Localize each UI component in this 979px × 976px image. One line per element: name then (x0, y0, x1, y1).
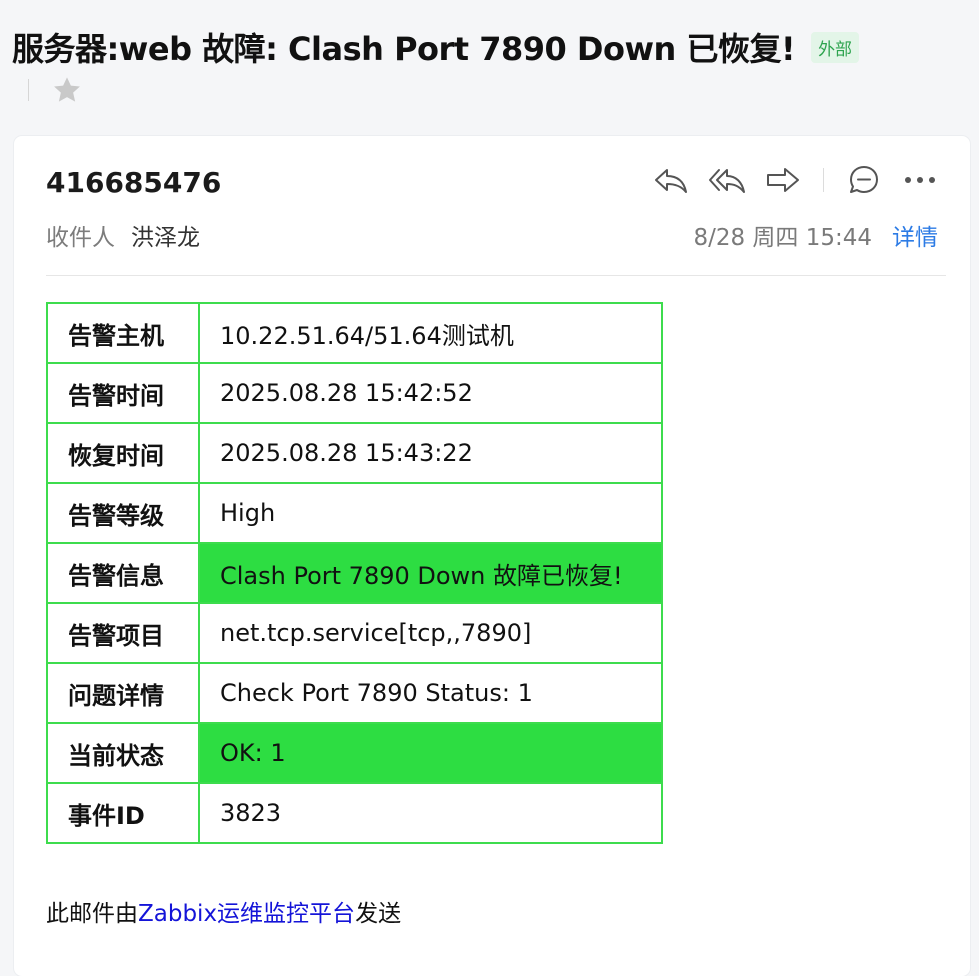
subject-bar: 服务器:web 故障: Clash Port 7890 Down 已恢复! 外部 (12, 24, 860, 70)
table-row: 告警项目 net.tcp.service[tcp,,7890] (46, 602, 663, 664)
header-divider (46, 275, 946, 276)
table-value: 2025.08.28 15:42:52 (198, 362, 663, 424)
recipient-name[interactable]: 洪泽龙 (131, 218, 200, 252)
table-key: 告警等级 (46, 482, 200, 544)
sender-name[interactable]: 416685476 (46, 166, 221, 199)
star-icon[interactable] (51, 74, 83, 106)
more-icon[interactable] (900, 162, 940, 198)
table-key: 当前状态 (46, 722, 200, 784)
table-key: 恢复时间 (46, 422, 200, 484)
recipient-row: 收件人 洪泽龙 (46, 218, 200, 252)
email-date: 8/28 周四 15:44 (693, 225, 872, 251)
email-card: 416685476 收件人 洪泽龙 8/28 周四 15:44 详情 告警主机 … (14, 136, 970, 976)
table-value: net.tcp.service[tcp,,7890] (198, 602, 663, 664)
table-row: 告警主机 10.22.51.64/51.64测试机 (46, 302, 663, 364)
table-key: 告警主机 (46, 302, 200, 364)
table-value: High (198, 482, 663, 544)
table-value: 2025.08.28 15:43:22 (198, 422, 663, 484)
table-key: 告警信息 (46, 542, 200, 604)
comment-icon[interactable] (844, 162, 884, 198)
footer-prefix: 此邮件由 (46, 901, 138, 927)
divider (823, 168, 824, 192)
table-row: 恢复时间 2025.08.28 15:43:22 (46, 422, 663, 484)
alert-table: 告警主机 10.22.51.64/51.64测试机 告警时间 2025.08.2… (46, 302, 663, 844)
table-row: 告警等级 High (46, 482, 663, 544)
table-row: 事件ID 3823 (46, 782, 663, 844)
reply-all-icon[interactable] (707, 162, 747, 198)
footer-suffix: 发送 (355, 901, 402, 927)
table-value: 10.22.51.64/51.64测试机 (198, 302, 663, 364)
table-key: 事件ID (46, 782, 200, 844)
details-link[interactable]: 详情 (892, 218, 938, 252)
footer-link[interactable]: Zabbix运维监控平台 (138, 901, 355, 927)
table-key: 告警时间 (46, 362, 200, 424)
recipient-label: 收件人 (46, 225, 115, 251)
email-actions (635, 162, 940, 198)
table-value-highlighted: Clash Port 7890 Down 故障已恢复! (198, 542, 663, 604)
table-row: 当前状态 OK: 1 (46, 722, 663, 784)
table-key: 告警项目 (46, 602, 200, 664)
forward-icon[interactable] (763, 162, 803, 198)
meta-row: 8/28 周四 15:44 详情 (693, 218, 938, 252)
divider (28, 79, 29, 101)
email-subject: 服务器:web 故障: Clash Port 7890 Down 已恢复! (12, 30, 796, 68)
table-key: 问题详情 (46, 662, 200, 724)
table-value-highlighted: OK: 1 (198, 722, 663, 784)
table-row: 告警信息 Clash Port 7890 Down 故障已恢复! (46, 542, 663, 604)
subject-toolbar (28, 74, 83, 106)
email-footer: 此邮件由Zabbix运维监控平台发送 (46, 894, 401, 928)
table-value: Check Port 7890 Status: 1 (198, 662, 663, 724)
external-tag: 外部 (811, 31, 860, 63)
table-value: 3823 (198, 782, 663, 844)
table-row: 告警时间 2025.08.28 15:42:52 (46, 362, 663, 424)
reply-icon[interactable] (651, 162, 691, 198)
table-row: 问题详情 Check Port 7890 Status: 1 (46, 662, 663, 724)
